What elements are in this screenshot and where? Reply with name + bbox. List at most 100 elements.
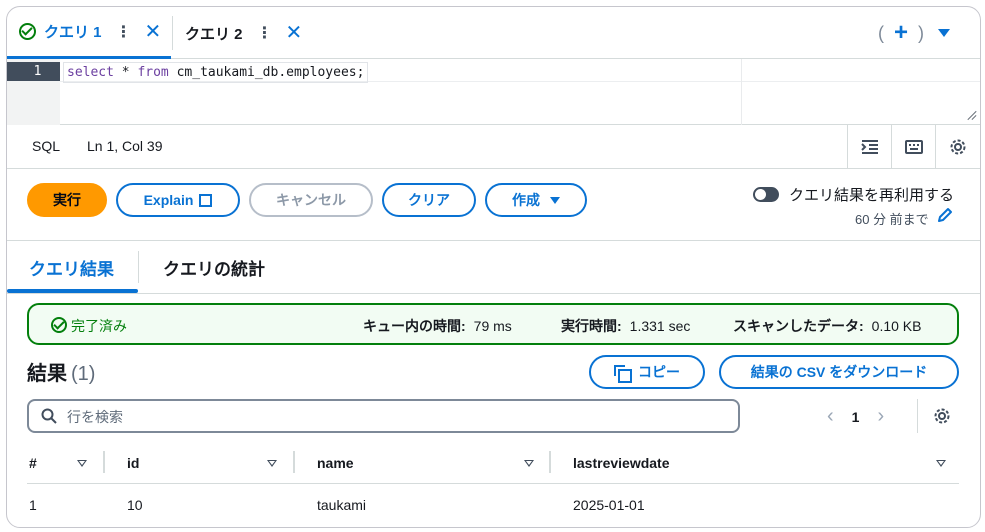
results-count: (1): [71, 363, 96, 385]
close-icon[interactable]: ✕: [286, 23, 303, 43]
table-cell: 2025-01-01: [573, 497, 645, 513]
query-tab-bar: クエリ 1 ⋮ ✕ クエリ 2 ⋮ ✕ ( + ): [7, 7, 980, 59]
success-check-icon: [19, 23, 36, 40]
close-icon[interactable]: ✕: [145, 22, 162, 42]
data-scanned-stat: スキャンしたデータ: 0.10 KB: [733, 316, 922, 336]
external-link-icon: [199, 193, 213, 207]
download-csv-button[interactable]: 結果の CSV をダウンロード: [719, 355, 959, 389]
tab-query-2-label: クエリ 2: [185, 25, 243, 43]
query-editor-panel: クエリ 1 ⋮ ✕ クエリ 2 ⋮ ✕ ( + ) 1 select * fro…: [6, 6, 981, 528]
exec-time-stat: 実行時間: 1.331 sec: [561, 316, 690, 336]
tab-controls: ( + ): [878, 21, 950, 45]
active-tab-indicator: [7, 289, 138, 293]
tab-divider: [138, 251, 139, 283]
queue-time-label: キュー内の時間:: [363, 318, 466, 334]
cancel-label: キャンセル: [276, 192, 346, 208]
sort-icon[interactable]: [77, 460, 87, 467]
add-tab-button[interactable]: +: [894, 21, 908, 45]
tab-menu-caret-icon[interactable]: [938, 29, 950, 37]
table-cell: 1: [29, 497, 37, 513]
exec-time-label: 実行時間:: [561, 318, 622, 334]
editor-print-margin: [741, 59, 742, 125]
caret-down-icon: [550, 196, 560, 204]
sql-keyword: select: [67, 65, 114, 80]
explain-button[interactable]: Explain: [116, 183, 240, 217]
chevron-right-icon[interactable]: ›: [877, 405, 884, 428]
exec-time-value: 1.331 sec: [629, 318, 691, 334]
run-button[interactable]: 実行: [27, 183, 107, 217]
editor-settings-button[interactable]: [935, 125, 980, 169]
data-scanned-value: 0.10 KB: [871, 318, 922, 334]
queue-time-value: 79 ms: [473, 318, 512, 334]
queue-time-stat: キュー内の時間: 79 ms: [363, 316, 512, 336]
copy-icon: [614, 365, 632, 383]
tab-query-2[interactable]: クエリ 2 ⋮ ✕: [172, 16, 322, 50]
download-csv-label: 結果の CSV をダウンロード: [750, 364, 928, 380]
results-title-text: 結果: [27, 363, 67, 385]
table-header-divider: [27, 483, 959, 484]
chevron-left-icon[interactable]: ‹: [827, 405, 834, 428]
clear-label: クリア: [408, 192, 450, 208]
sql-text: cm_taukami_db.employees;: [168, 65, 365, 80]
data-scanned-label: スキャンしたデータ:: [733, 318, 864, 334]
copy-button[interactable]: コピー: [589, 355, 705, 389]
page-number[interactable]: 1: [852, 409, 860, 425]
reuse-age-text: 60 分 前まで: [855, 212, 929, 227]
success-check-icon: [51, 317, 67, 333]
column-header-name[interactable]: name: [317, 455, 354, 471]
sort-icon[interactable]: [524, 460, 534, 467]
more-actions-icon[interactable]: ⋮: [116, 22, 132, 42]
copy-label: コピー: [638, 364, 680, 380]
clear-button[interactable]: クリア: [382, 183, 476, 217]
column-header-id[interactable]: id: [127, 455, 139, 471]
editor-gutter: 1: [7, 59, 60, 125]
pagination: ‹ 1 ›: [827, 405, 884, 428]
tab-query-1[interactable]: クエリ 1 ⋮ ✕: [7, 7, 171, 59]
pager-divider: [917, 399, 918, 433]
editor-status-bar: SQL Ln 1, Col 39: [7, 125, 980, 169]
reuse-results-toggle[interactable]: [753, 187, 779, 202]
search-input[interactable]: [67, 407, 707, 427]
gear-icon[interactable]: [933, 407, 951, 425]
results-title: 結果 (1): [27, 357, 95, 386]
column-header-index[interactable]: #: [29, 455, 37, 471]
column-header-lastreviewdate[interactable]: lastreviewdate: [573, 455, 670, 471]
sort-icon[interactable]: [936, 460, 946, 467]
column-resizer[interactable]: [103, 451, 105, 473]
result-tabs: クエリ結果 クエリの統計: [7, 241, 980, 294]
keyboard-shortcuts-button[interactable]: [891, 125, 936, 169]
resize-handle-icon[interactable]: [966, 110, 976, 120]
table-cell: 10: [127, 497, 143, 513]
sql-editor[interactable]: 1 select * from cm_taukami_db.employees;: [7, 59, 980, 125]
cursor-position: Ln 1, Col 39: [87, 138, 163, 154]
cancel-button[interactable]: キャンセル: [249, 183, 373, 217]
action-toolbar: 実行 Explain キャンセル クリア 作成 クエリ結果を再利用する 60 分…: [7, 169, 980, 241]
reuse-results-label: クエリ結果を再利用する: [789, 187, 955, 204]
tab-query-1-label: クエリ 1: [44, 24, 102, 41]
tab-query-stats[interactable]: クエリの統計: [163, 255, 265, 280]
edit-pencil-icon[interactable]: [937, 207, 953, 223]
row-search: [27, 399, 740, 433]
indent-icon: [861, 140, 878, 154]
column-resizer[interactable]: [293, 451, 295, 473]
completion-alert: 完了済み キュー内の時間: 79 ms 実行時間: 1.331 sec スキャンした…: [27, 303, 959, 345]
language-label: SQL: [32, 138, 61, 154]
search-icon: [41, 408, 57, 424]
format-query-button[interactable]: [847, 125, 892, 169]
column-resizer[interactable]: [549, 451, 551, 473]
code-line[interactable]: select * from cm_taukami_db.employees;: [63, 62, 369, 83]
create-dropdown-button[interactable]: 作成: [485, 183, 587, 217]
open-paren: (: [877, 22, 884, 43]
sort-icon[interactable]: [267, 460, 277, 467]
sql-text: *: [113, 65, 138, 80]
tab-query-results[interactable]: クエリ結果: [29, 255, 114, 280]
run-label: 実行: [53, 192, 81, 208]
sql-keyword: from: [137, 65, 169, 80]
explain-label: Explain: [143, 192, 194, 208]
line-number: 1: [7, 62, 60, 81]
close-paren: ): [918, 22, 924, 43]
gear-icon: [950, 139, 966, 155]
table-cell: taukami: [317, 497, 367, 513]
keyboard-icon: [905, 140, 923, 154]
more-actions-icon[interactable]: ⋮: [257, 23, 273, 43]
